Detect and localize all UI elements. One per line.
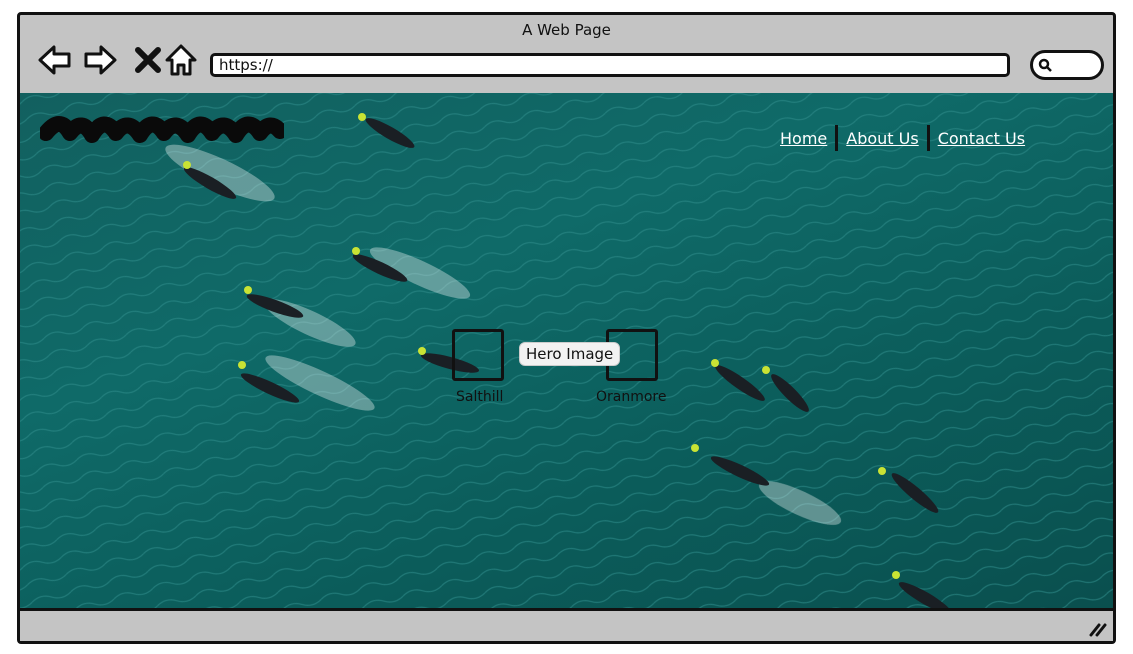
logo-scribble xyxy=(40,116,284,143)
search-field[interactable] xyxy=(1030,50,1104,80)
nav-home-link[interactable]: Home xyxy=(772,129,835,148)
nav-about-link[interactable]: About Us xyxy=(838,129,926,148)
home-icon[interactable] xyxy=(163,42,199,78)
salthill-marker[interactable] xyxy=(452,329,504,381)
salthill-label: Salthill xyxy=(456,389,504,405)
hero-image-label: Hero Image xyxy=(519,342,621,366)
forward-arrow-icon[interactable] xyxy=(82,42,118,78)
status-bar xyxy=(20,608,1113,641)
close-icon[interactable] xyxy=(130,42,166,78)
hero-image: Home About Us Contact Us Salthill Oranmo… xyxy=(20,93,1113,617)
top-navigation: Home About Us Contact Us xyxy=(772,125,1033,151)
browser-window: A Web Page https:// Home About Us Contac… xyxy=(17,12,1116,644)
window-title: A Web Page xyxy=(522,21,611,39)
address-bar[interactable]: https:// xyxy=(210,53,1010,77)
back-arrow-icon[interactable] xyxy=(37,42,73,78)
resize-grip-icon[interactable] xyxy=(1087,621,1107,637)
nav-contact-link[interactable]: Contact Us xyxy=(930,129,1033,148)
oranmore-label: Oranmore xyxy=(596,389,667,405)
search-icon xyxy=(1038,58,1052,72)
